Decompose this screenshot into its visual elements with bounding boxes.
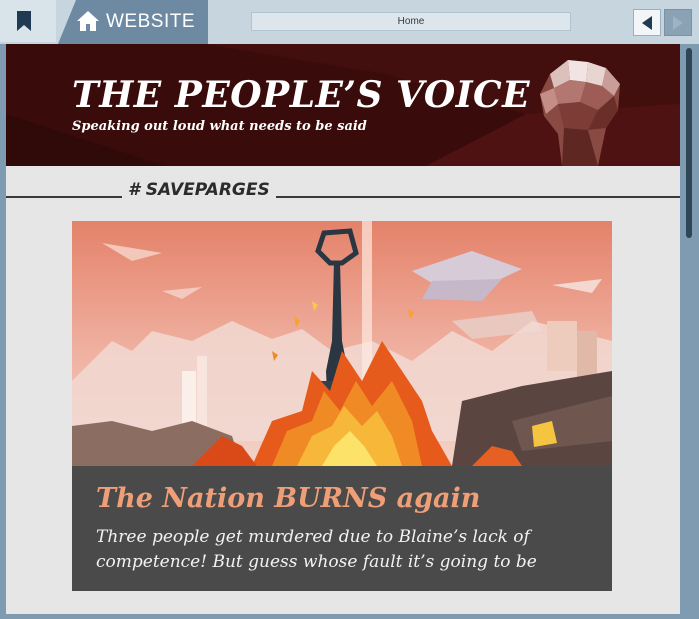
browser-toolbar: WEBSITE Home <box>0 0 699 44</box>
address-bar[interactable]: Home <box>251 12 571 31</box>
raised-fist-icon <box>540 60 620 166</box>
tab-website-label: WEBSITE <box>106 11 196 32</box>
site-header: THE PEOPLE’S VOICE Speaking out loud wha… <box>6 44 680 166</box>
article-headline[interactable]: The Nation BURNS again <box>96 483 480 514</box>
scrollbar-thumb[interactable] <box>686 48 692 238</box>
forward-button[interactable] <box>664 9 692 36</box>
article-summary: Three people get murdered due to Blaine’… <box>96 527 537 572</box>
page-viewport[interactable]: THE PEOPLE’S VOICE Speaking out loud wha… <box>6 44 680 614</box>
home-icon <box>77 11 99 31</box>
browser-window: WEBSITE Home THE PEOPLE’S VOICE Speaking… <box>0 0 699 619</box>
article-image <box>72 221 612 466</box>
site-title: THE PEOPLE’S VOICE <box>72 74 531 116</box>
bookmark-button[interactable] <box>0 0 56 42</box>
forward-arrow-icon <box>673 16 683 30</box>
article-card[interactable]: The Nation BURNS again Three people get … <box>72 221 612 591</box>
hashtag-divider <box>6 196 680 198</box>
bookmark-icon <box>17 11 31 31</box>
hashtag-label-box: # SAVEPARGES <box>122 178 276 202</box>
back-button[interactable] <box>633 9 661 36</box>
site-tagline: Speaking out loud what needs to be said <box>72 119 367 134</box>
hashtag-label: # SAVEPARGES <box>128 180 270 200</box>
back-arrow-icon <box>642 16 652 30</box>
